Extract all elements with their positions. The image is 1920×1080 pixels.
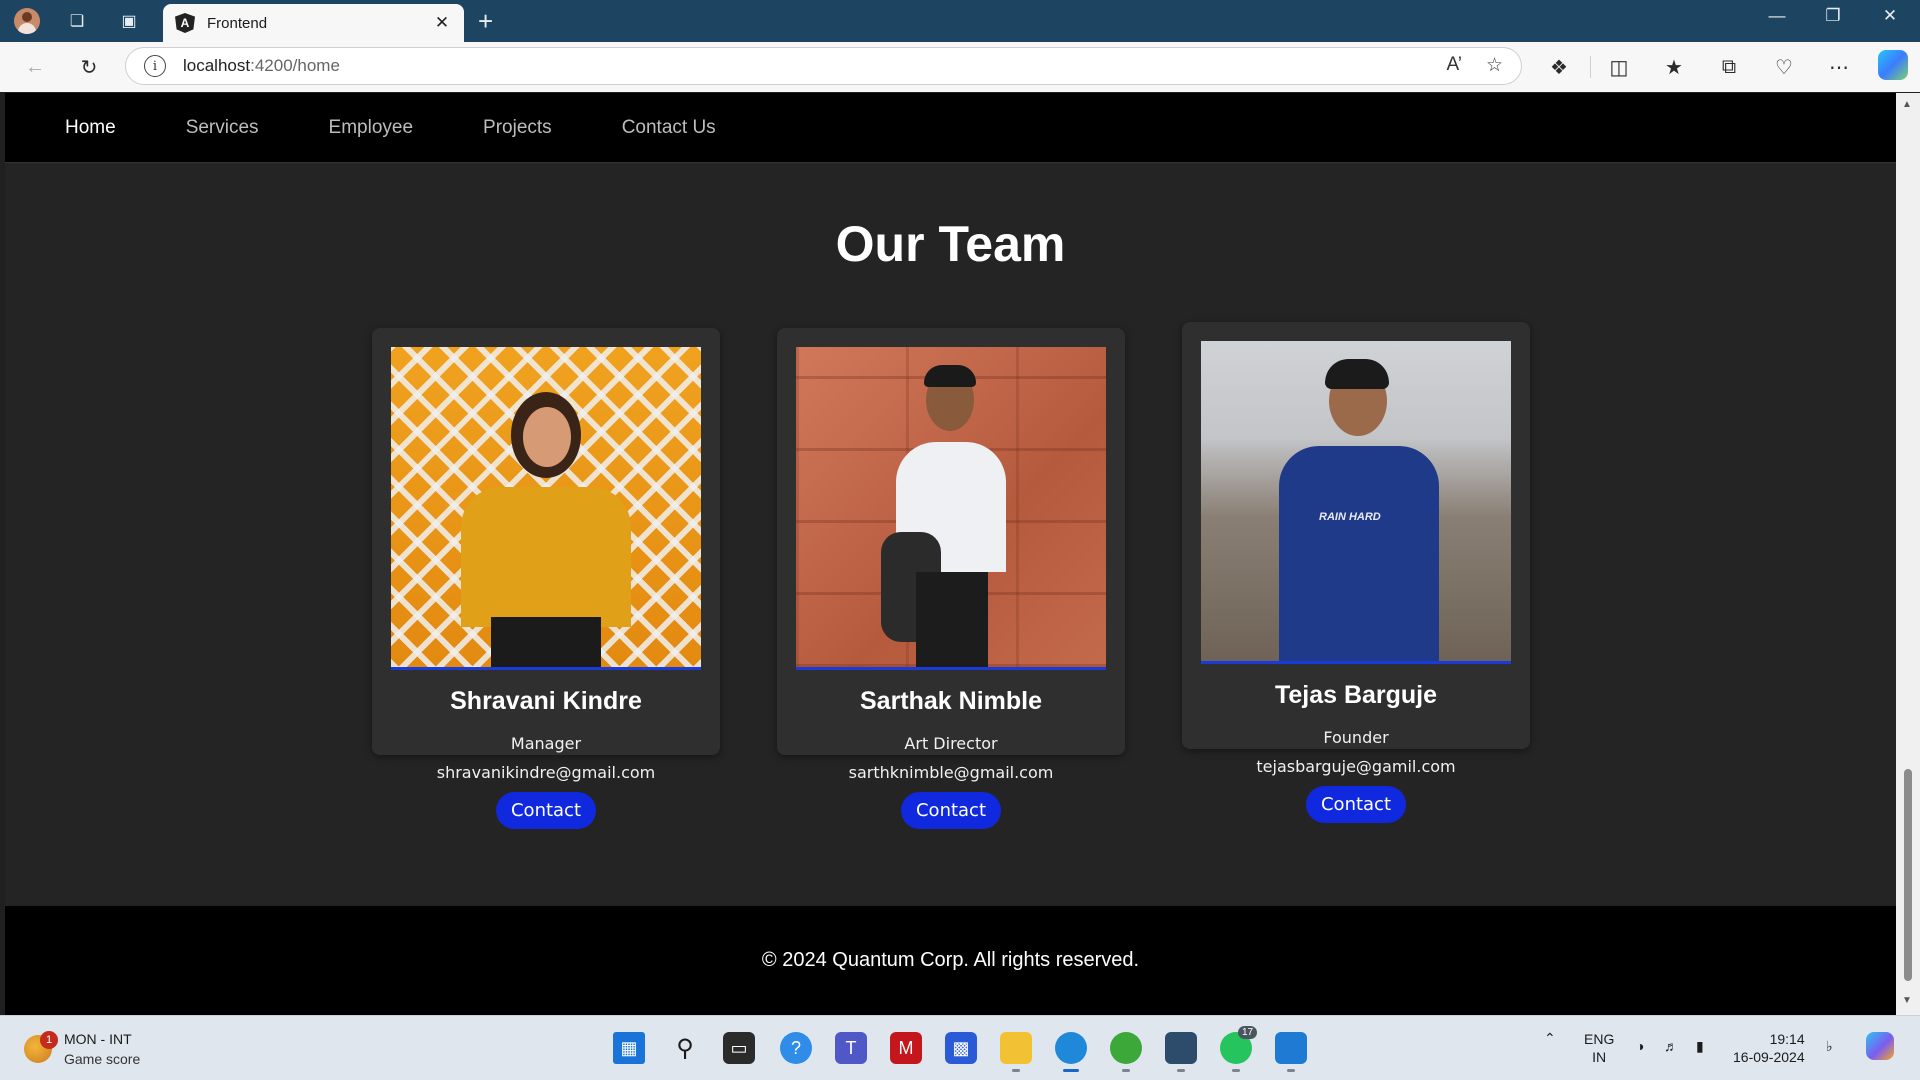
member-email: shravanikindre@gmail.com — [436, 763, 656, 782]
mcafee-icon[interactable]: M — [890, 1032, 922, 1064]
profile-avatar-icon[interactable] — [14, 8, 40, 34]
favorite-star-icon[interactable]: ☆ — [1486, 54, 1503, 77]
section-title: Our Team — [835, 216, 1066, 272]
minimize-icon[interactable]: — — [1757, 6, 1797, 26]
site-navbar: Home Services Employee Projects Contact … — [5, 93, 1896, 163]
refresh-icon[interactable]: ↻ — [74, 52, 104, 82]
more-menu-icon[interactable]: ⋯ — [1824, 52, 1854, 82]
scroll-down-icon[interactable]: ▼ — [1902, 995, 1912, 1006]
url-host: localhost — [183, 56, 251, 75]
address-bar[interactable]: i localhost:4200/home A’ ☆ — [125, 47, 1522, 85]
team-cards: Shravani Kindre Manager shravanikindre@g… — [5, 322, 1896, 845]
member-photo: RAIN HARD — [1201, 341, 1511, 664]
member-photo — [391, 347, 701, 670]
microsoft-store-icon[interactable]: ▩ — [945, 1032, 977, 1064]
copyright-text: © 2024 Quantum Corp. All rights reserved… — [761, 949, 1140, 971]
widget-subtitle: Game score — [64, 1051, 141, 1067]
restore-icon[interactable]: ❐ — [1813, 6, 1853, 26]
browser-tab-frontend[interactable]: A Frontend ✕ — [163, 4, 464, 42]
clock-time: 19:14 — [1769, 1031, 1805, 1047]
vscode-icon[interactable] — [1275, 1032, 1307, 1072]
new-tab-button[interactable]: + — [478, 6, 493, 37]
member-role: Founder — [1323, 728, 1389, 747]
workspaces-icon[interactable]: ❏ — [64, 8, 90, 34]
nav-home-link[interactable]: Home — [65, 117, 116, 139]
widgets-button[interactable]: 1 MON - INT Game score — [24, 1029, 140, 1069]
clock[interactable]: 19:14 16-09-2024 — [1733, 1030, 1805, 1066]
team-card: RAIN HARD Tejas Barguje Founder tejasbar… — [1182, 322, 1530, 823]
widget-title: MON - INT — [64, 1031, 132, 1047]
notification-bell-icon[interactable]: ♭ — [1826, 1038, 1833, 1055]
member-role: Art Director — [904, 734, 998, 753]
scroll-thumb[interactable] — [1904, 769, 1912, 981]
whatsapp-badge: 17 — [1238, 1026, 1258, 1039]
tab-actions-icon[interactable]: ▣ — [116, 8, 142, 34]
close-window-icon[interactable]: ✕ — [1870, 6, 1910, 26]
show-hidden-icons-chevron-icon[interactable]: ⌃ — [1544, 1030, 1556, 1047]
start-windows-icon[interactable]: ▦ — [613, 1032, 645, 1064]
contact-button[interactable]: Contact — [495, 792, 597, 829]
task-view-icon[interactable]: ▭ — [723, 1032, 755, 1064]
member-role: Manager — [510, 734, 582, 753]
team-card: Shravani Kindre Manager shravanikindre@g… — [372, 328, 720, 829]
battery-icon[interactable]: ▮ — [1696, 1038, 1704, 1055]
wifi-icon[interactable]: ◑ — [1636, 1038, 1644, 1054]
favorites-icon[interactable]: ★ — [1659, 52, 1689, 82]
member-name: Tejas Barguje — [1274, 681, 1438, 709]
windows-taskbar: 1 MON - INT Game score ▦ ⚲ ▭ ? T M ▩ 17 … — [0, 1015, 1920, 1080]
member-name: Sarthak Nimble — [859, 687, 1042, 715]
copilot-tray-icon[interactable] — [1866, 1032, 1894, 1060]
tab-title: Frontend — [207, 14, 268, 32]
site-info-icon[interactable]: i — [144, 55, 166, 77]
copilot-taskbar-icon[interactable]: ? — [780, 1032, 812, 1064]
sports-widget-icon: 1 — [24, 1031, 58, 1063]
member-email: tejasbarguje@gamil.com — [1256, 757, 1456, 776]
member-photo — [796, 347, 1106, 670]
clock-date: 16-09-2024 — [1733, 1049, 1805, 1065]
contact-button[interactable]: Contact — [900, 792, 1002, 829]
nav-projects-link[interactable]: Projects — [483, 117, 552, 139]
volume-icon[interactable]: ♬ — [1664, 1038, 1678, 1054]
teams-icon[interactable]: T — [835, 1032, 867, 1064]
url-text[interactable]: localhost:4200/home — [183, 56, 340, 76]
language-indicator[interactable]: ENG IN — [1584, 1030, 1614, 1066]
notification-badge: 1 — [40, 1031, 58, 1049]
web-page: Home Services Employee Projects Contact … — [5, 93, 1896, 1015]
collections-icon[interactable]: ⧉ — [1714, 52, 1744, 82]
lang-top: ENG — [1584, 1031, 1615, 1047]
split-screen-icon[interactable]: ◫ — [1604, 52, 1634, 82]
search-icon[interactable]: ⚲ — [669, 1032, 701, 1064]
member-email: sarthknimble@gmail.com — [848, 763, 1054, 782]
read-aloud-icon[interactable]: A’ — [1446, 54, 1461, 77]
file-explorer-icon[interactable] — [1000, 1032, 1032, 1072]
team-card: Sarthak Nimble Art Director sarthknimble… — [777, 328, 1125, 829]
nav-employee-link[interactable]: Employee — [329, 117, 414, 139]
angular-logo-icon: A — [175, 13, 195, 33]
contact-button[interactable]: Contact — [1305, 786, 1407, 823]
page-scrollbar[interactable]: ▲ ▼ — [1896, 93, 1920, 1015]
mongodb-compass-icon[interactable] — [1110, 1032, 1142, 1072]
nav-contact-us-link[interactable]: Contact Us — [622, 117, 716, 139]
browser-titlebar: ❏ ▣ A Frontend ✕ + — ❐ ✕ — [0, 0, 1920, 42]
shirt-print: RAIN HARD — [1319, 511, 1381, 523]
scroll-up-icon[interactable]: ▲ — [1902, 99, 1912, 110]
site-footer: © 2024 Quantum Corp. All rights reserved… — [5, 906, 1896, 1015]
browser-toolbar: ← ↻ i localhost:4200/home A’ ☆ ❖ ◫ ★ ⧉ ♡… — [0, 42, 1920, 92]
whatsapp-icon[interactable]: 17 — [1220, 1026, 1258, 1072]
extensions-icon[interactable]: ❖ — [1544, 52, 1574, 82]
lang-bottom: IN — [1592, 1049, 1607, 1065]
url-path: :4200/home — [250, 56, 340, 75]
member-name: Shravani Kindre — [450, 687, 642, 715]
close-tab-icon[interactable]: ✕ — [432, 13, 452, 33]
browser-essentials-icon[interactable]: ♡ — [1769, 52, 1799, 82]
back-arrow-icon[interactable]: ← — [20, 52, 50, 82]
nav-services-link[interactable]: Services — [186, 117, 259, 139]
edge-icon[interactable] — [1055, 1032, 1087, 1072]
copilot-icon[interactable] — [1878, 50, 1908, 80]
visual-studio-icon[interactable] — [1165, 1032, 1197, 1072]
